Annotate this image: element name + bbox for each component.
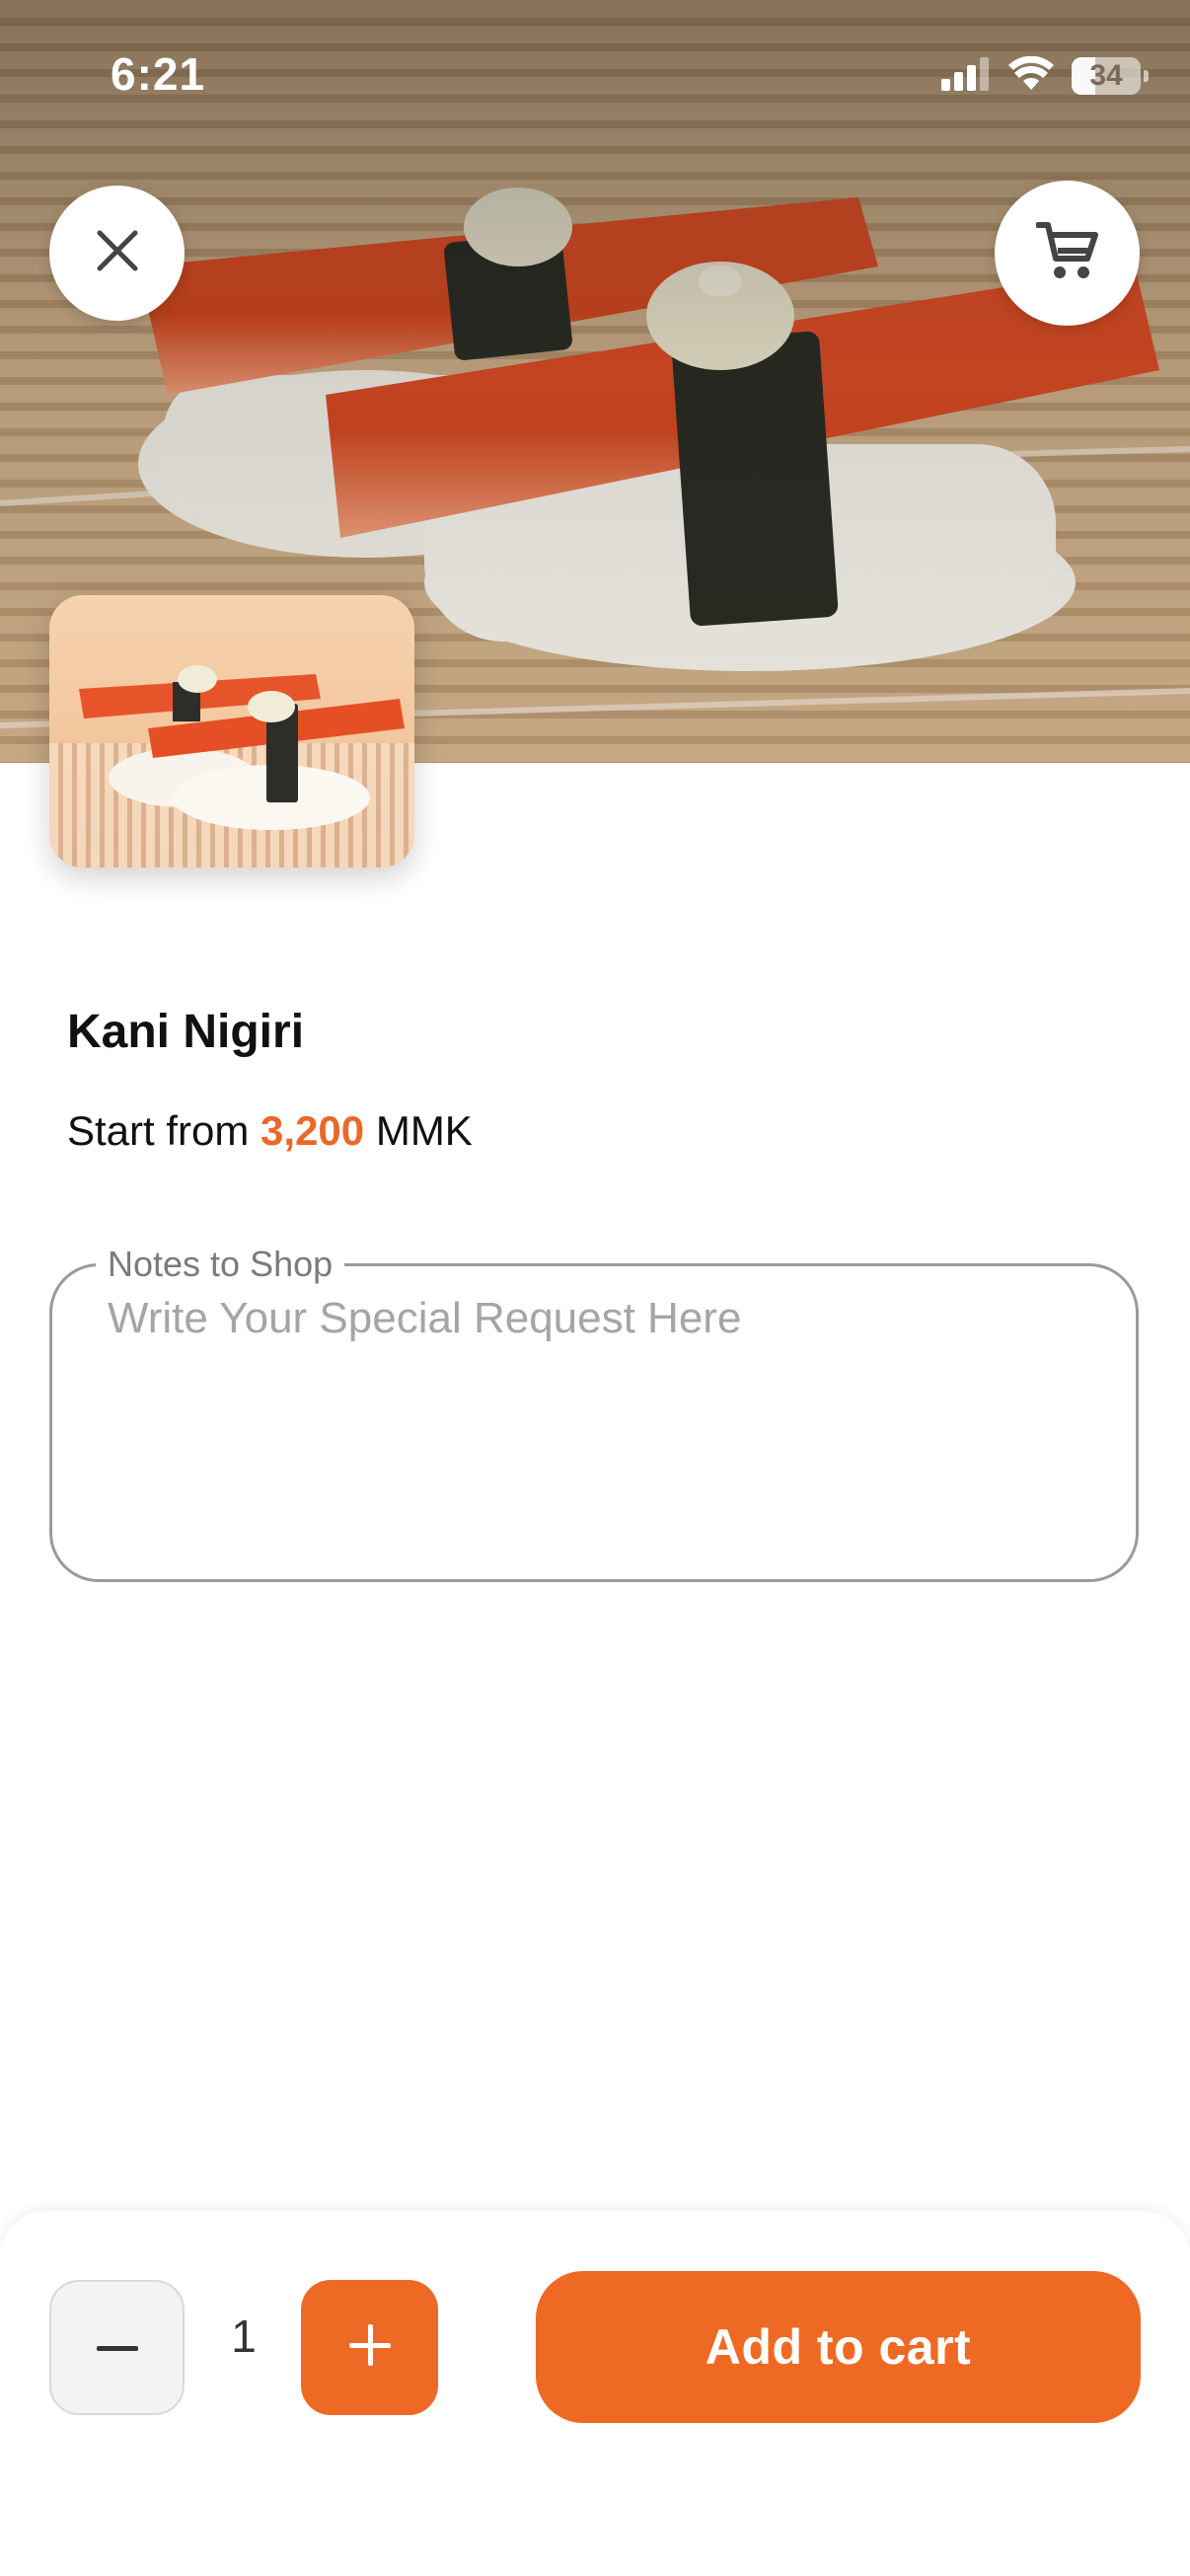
- status-bar: 6:21 34: [0, 0, 1190, 148]
- price-line: Start from 3,200 MMK: [67, 1107, 473, 1155]
- notes-input[interactable]: [108, 1294, 1075, 1541]
- minus-icon: [96, 2339, 138, 2357]
- cart-button[interactable]: [995, 181, 1140, 326]
- notes-label: Notes to Shop: [96, 1245, 345, 1284]
- battery-level: 34: [1089, 59, 1123, 92]
- close-button[interactable]: [49, 186, 185, 321]
- close-icon: [94, 227, 141, 279]
- wifi-icon: [1008, 55, 1054, 97]
- battery-icon: 34: [1072, 57, 1149, 95]
- notes-field: Notes to Shop: [49, 1245, 1139, 1582]
- decrease-quantity-button[interactable]: [49, 2280, 185, 2415]
- add-to-cart-button[interactable]: Add to cart: [536, 2271, 1141, 2423]
- cart-icon: [1034, 221, 1099, 285]
- status-time: 6:21: [111, 48, 206, 100]
- increase-quantity-button[interactable]: [301, 2280, 438, 2415]
- product-name: Kani Nigiri: [67, 1006, 305, 1058]
- status-icons: 34: [941, 51, 1149, 101]
- product-thumbnail: [49, 595, 414, 868]
- signal-icon: [941, 56, 991, 96]
- price-currency: MMK: [375, 1107, 473, 1154]
- quantity-value: 1: [231, 2311, 257, 2362]
- price-amount: 3,200: [260, 1107, 365, 1154]
- price-prefix: Start from: [67, 1107, 250, 1154]
- plus-icon: [348, 2324, 391, 2371]
